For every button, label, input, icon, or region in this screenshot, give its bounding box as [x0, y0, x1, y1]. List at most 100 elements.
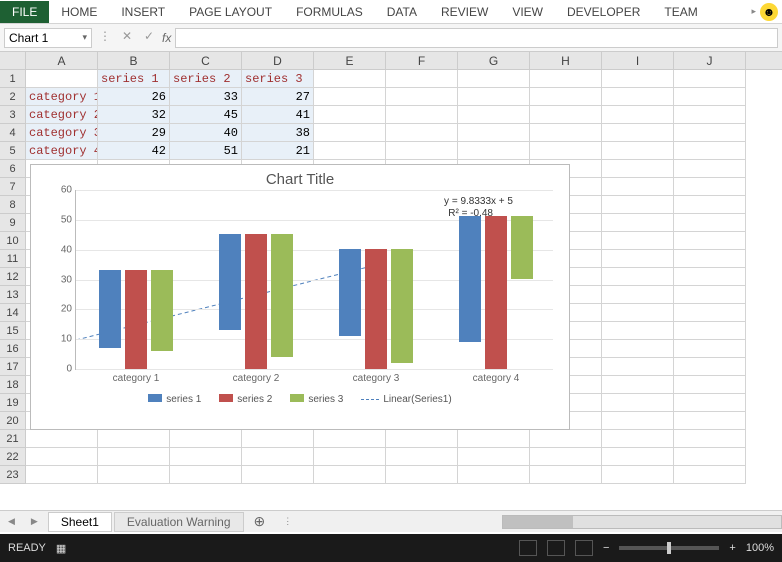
cell[interactable]	[314, 142, 386, 160]
cell[interactable]: 26	[98, 88, 170, 106]
row-header[interactable]: 11	[0, 250, 25, 268]
cell[interactable]	[386, 106, 458, 124]
cell[interactable]	[386, 448, 458, 466]
enter-icon[interactable]: ✓	[140, 29, 158, 47]
cell[interactable]	[98, 430, 170, 448]
cell[interactable]	[98, 466, 170, 484]
row-header[interactable]: 17	[0, 358, 25, 376]
chevron-down-icon[interactable]: ▾	[82, 32, 87, 43]
cell[interactable]	[674, 412, 746, 430]
cell[interactable]: 33	[170, 88, 242, 106]
bar[interactable]	[125, 270, 147, 369]
row-header[interactable]: 7	[0, 178, 25, 196]
col-header[interactable]: D	[242, 52, 314, 69]
col-header[interactable]: E	[314, 52, 386, 69]
cell[interactable]	[458, 124, 530, 142]
feedback-smiley-icon[interactable]: ☻	[760, 3, 778, 21]
cell[interactable]	[602, 196, 674, 214]
cell[interactable]	[674, 250, 746, 268]
cell[interactable]	[674, 358, 746, 376]
chart[interactable]: Chart Title y = 9.8333x + 5 R² = -0.48 0…	[30, 164, 570, 430]
cell[interactable]	[386, 466, 458, 484]
cell[interactable]	[386, 142, 458, 160]
sheet-nav-prev-icon[interactable]: ◀	[0, 516, 23, 527]
zoom-out-icon[interactable]: −	[603, 542, 609, 554]
zoom-level[interactable]: 100%	[746, 542, 774, 554]
row-header[interactable]: 13	[0, 286, 25, 304]
cell[interactable]	[674, 124, 746, 142]
cell[interactable]	[314, 124, 386, 142]
cell[interactable]: 21	[242, 142, 314, 160]
collapse-ribbon-icon[interactable]: ▸	[751, 6, 756, 17]
cell[interactable]	[242, 448, 314, 466]
cell[interactable]: category 3	[26, 124, 98, 142]
cell[interactable]	[386, 88, 458, 106]
row-header[interactable]: 21	[0, 430, 25, 448]
cell[interactable]	[602, 268, 674, 286]
zoom-slider[interactable]	[619, 546, 719, 550]
cell[interactable]: 40	[170, 124, 242, 142]
bar[interactable]	[511, 216, 533, 279]
cell[interactable]	[98, 448, 170, 466]
row-header[interactable]: 2	[0, 88, 25, 106]
cell[interactable]	[314, 106, 386, 124]
col-header[interactable]: F	[386, 52, 458, 69]
cell[interactable]	[674, 322, 746, 340]
zoom-thumb[interactable]	[667, 542, 671, 554]
cell[interactable]	[602, 340, 674, 358]
cell[interactable]	[674, 88, 746, 106]
row-header[interactable]: 8	[0, 196, 25, 214]
cell[interactable]	[314, 88, 386, 106]
cell[interactable]	[602, 286, 674, 304]
cell[interactable]	[458, 448, 530, 466]
legend-item[interactable]: Linear(Series1)	[361, 394, 451, 405]
cell[interactable]	[458, 88, 530, 106]
chart-title[interactable]: Chart Title	[31, 165, 569, 190]
cell[interactable]	[674, 394, 746, 412]
tab-home[interactable]: HOME	[49, 1, 109, 23]
row-header[interactable]: 4	[0, 124, 25, 142]
formula-input[interactable]	[175, 28, 778, 48]
cell[interactable]	[602, 304, 674, 322]
cell[interactable]	[674, 70, 746, 88]
cell[interactable]	[530, 430, 602, 448]
cell[interactable]: 42	[98, 142, 170, 160]
tab-view[interactable]: VIEW	[500, 1, 555, 23]
col-header[interactable]: B	[98, 52, 170, 69]
cell[interactable]	[602, 376, 674, 394]
row-header[interactable]: 18	[0, 376, 25, 394]
bar[interactable]	[365, 249, 387, 369]
cell[interactable]: series 1	[98, 70, 170, 88]
bar[interactable]	[391, 249, 413, 363]
col-header[interactable]: A	[26, 52, 98, 69]
bar[interactable]	[99, 270, 121, 348]
cell[interactable]	[530, 142, 602, 160]
cell[interactable]	[602, 70, 674, 88]
cell[interactable]	[674, 268, 746, 286]
cell[interactable]: category 4	[26, 142, 98, 160]
cell[interactable]: 41	[242, 106, 314, 124]
tab-review[interactable]: REVIEW	[429, 1, 500, 23]
cell[interactable]: category 2	[26, 106, 98, 124]
name-box[interactable]: Chart 1 ▾	[4, 28, 92, 48]
cell[interactable]	[530, 466, 602, 484]
row-header[interactable]: 22	[0, 448, 25, 466]
cell[interactable]	[674, 376, 746, 394]
bar[interactable]	[219, 234, 241, 330]
cell[interactable]	[674, 340, 746, 358]
cell[interactable]	[314, 430, 386, 448]
row-header[interactable]: 10	[0, 232, 25, 250]
view-page-break-icon[interactable]	[575, 540, 593, 556]
legend-item[interactable]: series 2	[219, 394, 272, 405]
bar[interactable]	[339, 249, 361, 336]
col-header[interactable]: I	[602, 52, 674, 69]
cell[interactable]	[674, 196, 746, 214]
cell[interactable]	[602, 412, 674, 430]
col-header[interactable]: G	[458, 52, 530, 69]
scrollbar-thumb[interactable]	[503, 516, 573, 528]
view-page-layout-icon[interactable]	[547, 540, 565, 556]
tab-team[interactable]: TEAM	[652, 1, 709, 23]
cell[interactable]	[386, 430, 458, 448]
cell[interactable]	[386, 124, 458, 142]
row-header[interactable]: 12	[0, 268, 25, 286]
